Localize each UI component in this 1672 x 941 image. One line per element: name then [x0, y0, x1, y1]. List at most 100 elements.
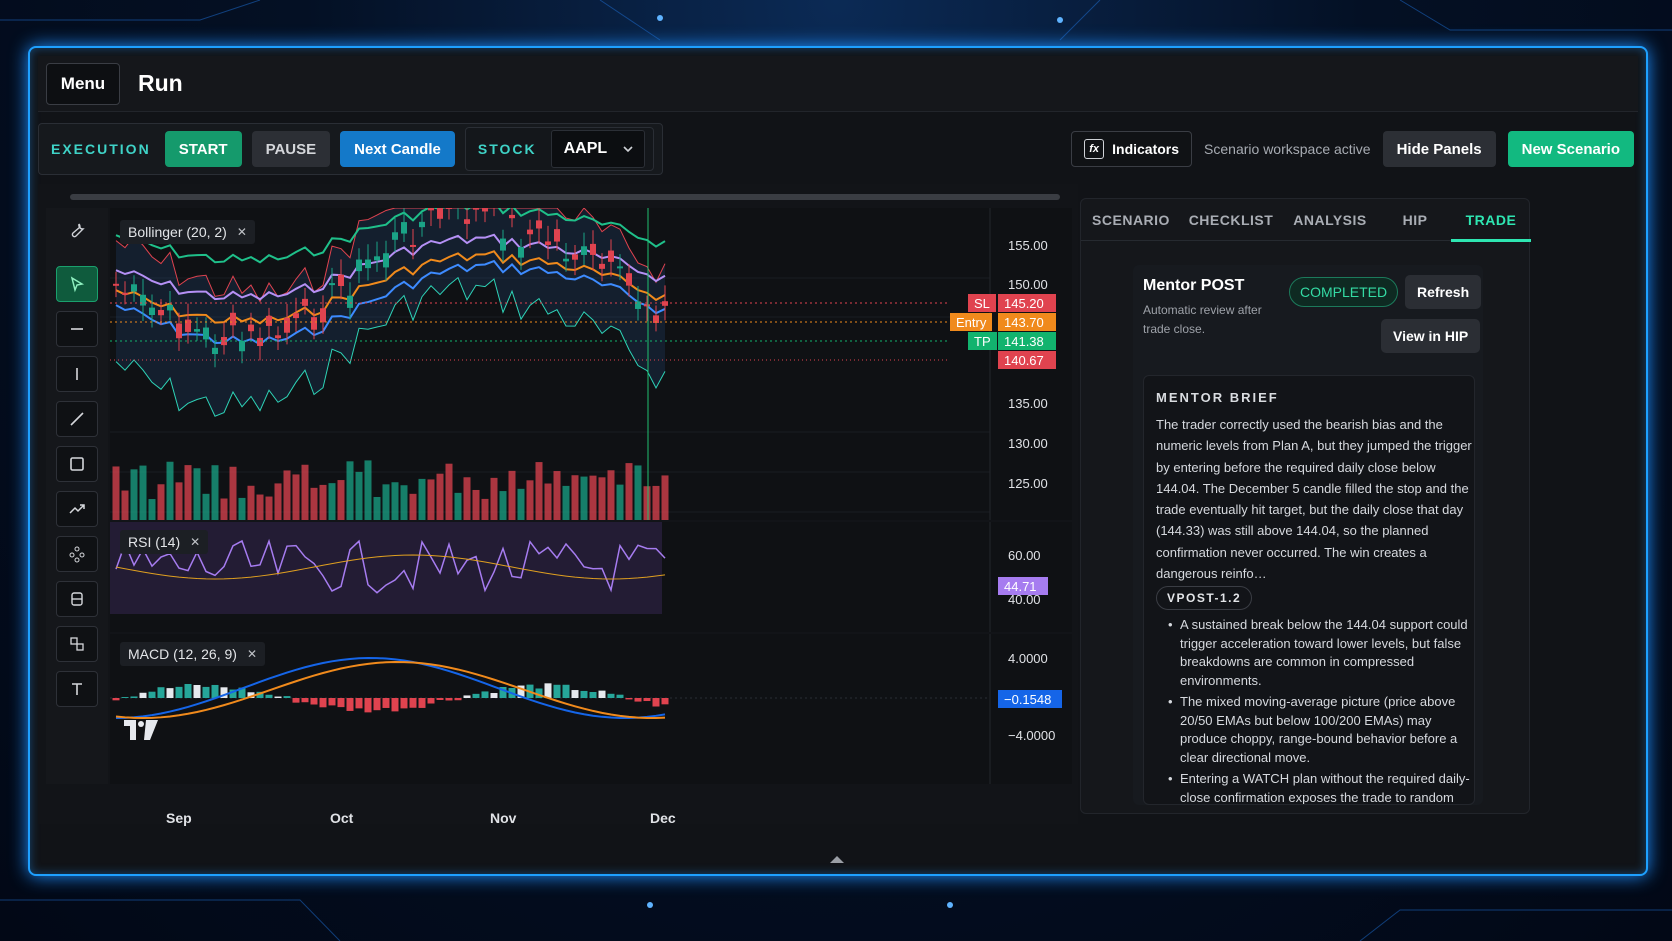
view-in-hip-button[interactable]: View in HIP [1381, 319, 1481, 353]
macd-histogram-bar [373, 698, 381, 711]
active-tab-indicator [1451, 239, 1531, 242]
version-badge: VPOST-1.2 [1156, 586, 1253, 610]
macd-histogram-bar [481, 691, 489, 698]
tab-analysis[interactable]: ANALYSIS [1281, 212, 1379, 228]
macd-tick: −4.0000 [1008, 728, 1056, 743]
close-icon[interactable]: ✕ [247, 647, 257, 661]
volume-bar [319, 484, 327, 520]
stock-select[interactable]: AAPL [550, 130, 645, 168]
panel-tabs: SCENARIO CHECKLIST ANALYSIS HIP TRADE [1081, 199, 1531, 241]
tab-checklist[interactable]: CHECKLIST [1181, 212, 1281, 228]
macd-histogram-bar [490, 693, 498, 698]
candle [635, 301, 641, 309]
rsi-legend[interactable]: RSI (14) ✕ [120, 530, 209, 554]
app-window: Menu Run EXECUTION START PAUSE Next Cand… [28, 46, 1648, 876]
sl-tag: SL [968, 294, 996, 312]
macd-histogram-bar [202, 686, 210, 698]
candle [194, 329, 200, 332]
cursor-tool[interactable] [56, 266, 98, 302]
macd-histogram-bar [391, 698, 399, 712]
macd-histogram-bar [589, 691, 597, 698]
volume-bar [652, 485, 660, 520]
price-pane[interactable]: Bollinger (20, 2) ✕ 155.00 150.00 135.00… [110, 177, 1072, 520]
macd-histogram-bar [616, 694, 624, 698]
price-tick: 150.00 [1008, 277, 1048, 292]
macd-histogram-bar [409, 698, 417, 708]
horizontal-line-tool[interactable] [56, 311, 98, 347]
candle [239, 340, 245, 352]
pause-button[interactable]: PAUSE [251, 131, 331, 167]
x-tick: Oct [330, 810, 354, 826]
tab-trade[interactable]: TRADE [1451, 212, 1531, 228]
macd-histogram-bar [148, 691, 156, 698]
macd-legend-label: MACD (12, 26, 9) [128, 646, 237, 662]
macd-histogram-bar [130, 696, 138, 698]
wrench-tool[interactable] [56, 212, 98, 248]
volume-bar [661, 475, 669, 520]
candle [446, 201, 452, 210]
macd-histogram-bar [400, 698, 408, 709]
horizontal-line-icon [71, 328, 83, 330]
bollinger-legend[interactable]: Bollinger (20, 2) ✕ [120, 220, 255, 244]
macd-tick: 4.0000 [1008, 651, 1048, 666]
candle [167, 304, 173, 311]
start-button[interactable]: START [164, 131, 242, 167]
volume-bar [166, 461, 174, 520]
close-icon[interactable]: ✕ [237, 225, 247, 239]
stock-select-value: AAPL [563, 140, 608, 157]
refresh-button[interactable]: Refresh [1405, 275, 1482, 309]
chart-scrollbar[interactable] [70, 194, 1060, 200]
measure-tool[interactable] [56, 581, 98, 617]
candle [473, 197, 479, 210]
candle [563, 258, 569, 262]
shapes-tool[interactable] [56, 626, 98, 662]
volume-bar [481, 498, 489, 520]
price-tick: 125.00 [1008, 476, 1048, 491]
volume-bar [157, 484, 165, 520]
execution-group: EXECUTION START PAUSE Next Candle STOCK … [38, 123, 663, 175]
candle [590, 243, 596, 255]
next-candle-button[interactable]: Next Candle [340, 131, 455, 167]
collapse-panel-icon[interactable] [830, 856, 844, 863]
tab-hip[interactable]: HIP [1379, 212, 1451, 228]
page-title: Run [138, 70, 183, 96]
volume-bar [625, 463, 633, 520]
trend-arrow-tool[interactable] [56, 491, 98, 527]
candle [554, 229, 560, 242]
macd-histogram-bar [319, 698, 327, 708]
candle [437, 204, 443, 219]
volume-bar [130, 469, 138, 520]
close-icon[interactable]: ✕ [190, 535, 200, 549]
new-scenario-button[interactable]: New Scenario [1507, 131, 1634, 167]
indicators-label: Indicators [1112, 141, 1180, 157]
candle [419, 221, 425, 228]
volume-bar [274, 483, 282, 520]
volume-bar [337, 480, 345, 520]
candle [608, 250, 614, 262]
cursor-icon [70, 276, 85, 293]
text-tool[interactable] [56, 671, 98, 707]
macd-histogram-bar [553, 684, 561, 698]
candle [626, 273, 632, 286]
chart-area[interactable]: Bollinger (20, 2) ✕ 155.00 150.00 135.00… [38, 177, 1078, 826]
wrench-icon [71, 223, 85, 238]
candle [536, 220, 542, 229]
trend-line-tool[interactable] [56, 401, 98, 437]
menu-button[interactable]: Menu [46, 62, 120, 105]
pattern-tool[interactable] [56, 536, 98, 572]
rsi-pane[interactable]: RSI (14) ✕ 60.00 40.00 44.71 [110, 522, 1072, 632]
tab-scenario[interactable]: SCENARIO [1081, 212, 1181, 228]
macd-legend[interactable]: MACD (12, 26, 9) ✕ [120, 642, 265, 666]
rectangle-tool[interactable] [56, 446, 98, 482]
macd-histogram-bar [157, 687, 165, 698]
volume-bar [184, 465, 192, 520]
hide-panels-button[interactable]: Hide Panels [1382, 131, 1496, 167]
macd-histogram-bar [634, 698, 642, 702]
volume-bar [301, 464, 309, 520]
macd-pane[interactable]: MACD (12, 26, 9) ✕ 4.0000 −4.0000 −0.154… [110, 634, 1072, 784]
indicators-button[interactable]: fx Indicators [1071, 131, 1193, 167]
candle [572, 254, 578, 260]
vertical-line-tool[interactable] [56, 356, 98, 392]
volume-bar [490, 477, 498, 520]
candle [212, 347, 218, 355]
